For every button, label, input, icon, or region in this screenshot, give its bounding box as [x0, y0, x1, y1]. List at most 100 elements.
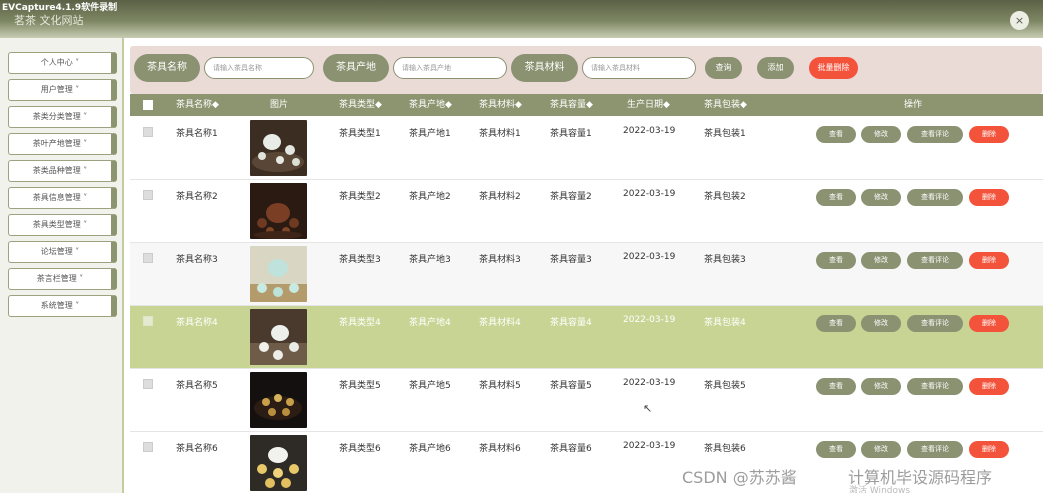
edit-button[interactable]: 修改	[861, 378, 901, 395]
query-button[interactable]: 查询	[705, 57, 742, 79]
cell-type: 茶具类型5	[339, 381, 381, 391]
cell-origin: 茶具产地1	[409, 129, 451, 139]
cell-origin: 茶具产地3	[409, 255, 451, 265]
edit-button[interactable]: 修改	[861, 189, 901, 206]
row-checkbox[interactable]	[143, 442, 153, 452]
sidebar: 个人中心 ˅ 用户管理 ˅ 茶类分类管理 ˅ 茶叶产地管理 ˅ 茶类品种管理 ˅…	[0, 38, 122, 493]
cell-origin: 茶具产地4	[409, 318, 451, 328]
material-search-label: 茶具材料	[511, 54, 578, 82]
header-name[interactable]: 茶具名称◆	[176, 94, 219, 116]
sidebar-item-tea-category[interactable]: 茶类分类管理 ˅	[8, 106, 117, 128]
edit-button[interactable]: 修改	[861, 441, 901, 458]
sidebar-item-teaware-type[interactable]: 茶具类型管理 ˅	[8, 214, 117, 236]
cell-packaging: 茶具包装5	[704, 381, 746, 391]
cell-origin: 茶具产地6	[409, 444, 451, 454]
header-date[interactable]: 生产日期◆	[627, 94, 670, 116]
cell-type: 茶具类型1	[339, 129, 381, 139]
table-header: 茶具名称◆ 图片 茶具类型◆ 茶具产地◆ 茶具材料◆ 茶具容量◆ 生产日期◆ 茶…	[130, 94, 1043, 116]
cell-packaging: 茶具包装6	[704, 444, 746, 454]
cell-name: 茶具名称5	[176, 381, 218, 391]
origin-search-label: 茶具产地	[323, 54, 389, 82]
header-material[interactable]: 茶具材料◆	[479, 94, 522, 116]
csdn-watermark: CSDN @苏苏酱	[682, 468, 797, 487]
cell-name: 茶具名称2	[176, 192, 218, 202]
cell-packaging: 茶具包装3	[704, 255, 746, 265]
delete-button[interactable]: 删除	[969, 315, 1009, 332]
delete-button[interactable]: 删除	[969, 441, 1009, 458]
row-checkbox[interactable]	[143, 379, 153, 389]
cell-material: 茶具材料1	[479, 129, 521, 139]
delete-button[interactable]: 删除	[969, 378, 1009, 395]
header-packaging[interactable]: 茶具包装◆	[704, 94, 747, 116]
sidebar-item-user-management[interactable]: 用户管理 ˅	[8, 79, 117, 101]
edit-button[interactable]: 修改	[861, 126, 901, 143]
cell-name: 茶具名称4	[176, 318, 218, 328]
cell-material: 茶具材料3	[479, 255, 521, 265]
cell-type: 茶具类型3	[339, 255, 381, 265]
cell-capacity: 茶具容量2	[550, 192, 592, 202]
view-comments-button[interactable]: 查看评论	[907, 378, 963, 395]
row-checkbox[interactable]	[143, 190, 153, 200]
sidebar-item-forum[interactable]: 论坛管理 ˅	[8, 241, 117, 263]
view-button[interactable]: 查看	[816, 315, 856, 332]
close-icon[interactable]: ×	[1010, 11, 1029, 30]
edit-button[interactable]: 修改	[861, 315, 901, 332]
cell-material: 茶具材料6	[479, 444, 521, 454]
view-button[interactable]: 查看	[816, 441, 856, 458]
delete-button[interactable]: 删除	[969, 252, 1009, 269]
delete-button[interactable]: 删除	[969, 126, 1009, 143]
view-button[interactable]: 查看	[816, 189, 856, 206]
search-bar: 茶具名称 茶具产地 茶具材料 查询 添加 批量删除	[130, 46, 1042, 94]
header-image: 图片	[270, 100, 289, 110]
sidebar-item-system[interactable]: 系统管理 ˅	[8, 295, 117, 317]
origin-search-input[interactable]	[393, 57, 507, 79]
view-button[interactable]: 查看	[816, 252, 856, 269]
row-checkbox[interactable]	[143, 127, 153, 137]
header-type[interactable]: 茶具类型◆	[339, 94, 382, 116]
table-row: 茶具名称4 茶具类型4 茶具产地4 茶具材料4 茶具容量4 2022-03-19…	[130, 306, 1043, 369]
header-capacity[interactable]: 茶具容量◆	[550, 94, 593, 116]
cell-material: 茶具材料2	[479, 192, 521, 202]
teaware-image	[250, 372, 307, 428]
cell-capacity: 茶具容量4	[550, 318, 592, 328]
teaware-image	[250, 435, 307, 491]
cell-packaging: 茶具包装4	[704, 318, 746, 328]
sidebar-item-personal-center[interactable]: 个人中心 ˅	[8, 52, 117, 74]
cell-origin: 茶具产地2	[409, 192, 451, 202]
view-button[interactable]: 查看	[816, 126, 856, 143]
select-all-checkbox[interactable]	[143, 100, 153, 110]
table-row: 茶具名称2 茶具类型2 茶具产地2 茶具材料2 茶具容量2 2022-03-19…	[130, 180, 1043, 243]
material-search-input[interactable]	[582, 57, 696, 79]
windows-activation-watermark: 激活 Windows	[849, 486, 911, 493]
row-checkbox[interactable]	[143, 253, 153, 263]
cell-packaging: 茶具包装1	[704, 129, 746, 139]
sidebar-item-tea-variety[interactable]: 茶类品种管理 ˅	[8, 160, 117, 182]
header-origin[interactable]: 茶具产地◆	[409, 94, 452, 116]
edit-button[interactable]: 修改	[861, 252, 901, 269]
view-comments-button[interactable]: 查看评论	[907, 252, 963, 269]
sidebar-item-tea-origin[interactable]: 茶叶产地管理 ˅	[8, 133, 117, 155]
add-button[interactable]: 添加	[757, 57, 794, 79]
view-comments-button[interactable]: 查看评论	[907, 315, 963, 332]
cell-packaging: 茶具包装2	[704, 192, 746, 202]
sidebar-item-teaware-info[interactable]: 茶具信息管理 ˅	[8, 187, 117, 209]
batch-delete-button[interactable]: 批量删除	[809, 57, 858, 79]
mouse-cursor-icon: ↖	[643, 402, 653, 415]
table-row: 茶具名称1 茶具类型1 茶具产地1 茶具材料1 茶具容量1 2022-03-19…	[130, 117, 1043, 180]
teaware-image	[250, 183, 307, 239]
cell-capacity: 茶具容量5	[550, 381, 592, 391]
cell-type: 茶具类型2	[339, 192, 381, 202]
cell-date: 2022-03-19	[623, 441, 676, 451]
view-button[interactable]: 查看	[816, 378, 856, 395]
name-search-input[interactable]	[204, 57, 314, 79]
delete-button[interactable]: 删除	[969, 189, 1009, 206]
header-actions: 操作	[904, 100, 923, 110]
cell-origin: 茶具产地5	[409, 381, 451, 391]
view-comments-button[interactable]: 查看评论	[907, 126, 963, 143]
cell-name: 茶具名称1	[176, 129, 218, 139]
cell-date: 2022-03-19	[623, 126, 676, 136]
view-comments-button[interactable]: 查看评论	[907, 189, 963, 206]
row-checkbox[interactable]	[143, 316, 153, 326]
view-comments-button[interactable]: 查看评论	[907, 441, 963, 458]
sidebar-item-tea-column[interactable]: 茶言栏管理 ˅	[8, 268, 117, 290]
